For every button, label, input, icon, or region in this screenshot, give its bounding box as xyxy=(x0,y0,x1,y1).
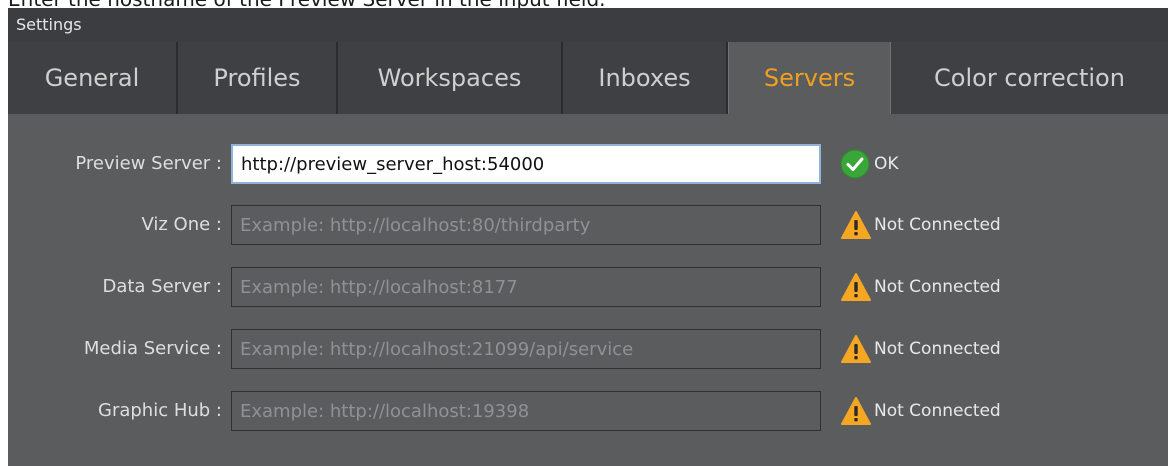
tab-general[interactable]: General xyxy=(8,42,178,114)
warning-icon xyxy=(840,271,874,303)
preview-server-status: OK xyxy=(840,144,899,184)
warning-icon xyxy=(840,395,874,427)
check-circle-icon xyxy=(840,148,874,180)
data-server-label: Data Server : xyxy=(102,276,222,297)
server-row-data-server: Data Server : Not Connected xyxy=(8,267,1168,307)
graphic-hub-label: Graphic Hub : xyxy=(98,400,222,421)
preview-server-input[interactable] xyxy=(231,144,821,184)
server-row-media-service: Media Service : Not Connected xyxy=(8,329,1168,369)
media-service-status: Not Connected xyxy=(840,329,1001,369)
data-server-status-text: Not Connected xyxy=(874,277,1001,297)
preview-server-status-text: OK xyxy=(874,154,899,174)
media-service-input[interactable] xyxy=(231,329,821,369)
warning-icon xyxy=(840,333,874,365)
graphic-hub-status: Not Connected xyxy=(840,391,1001,431)
graphic-hub-status-text: Not Connected xyxy=(874,401,1001,421)
tab-color-correction[interactable]: Color correction xyxy=(891,42,1168,114)
graphic-hub-input[interactable] xyxy=(231,391,821,431)
window-title: Settings xyxy=(8,8,1168,42)
media-service-status-text: Not Connected xyxy=(874,339,1001,359)
tab-servers[interactable]: Servers xyxy=(728,42,891,114)
data-server-input[interactable] xyxy=(231,267,821,307)
preview-server-label: Preview Server : xyxy=(75,153,222,174)
tab-workspaces[interactable]: Workspaces xyxy=(338,42,563,114)
viz-one-status-text: Not Connected xyxy=(874,215,1001,235)
server-row-viz-one: Viz One : Not Connected xyxy=(8,205,1168,245)
data-server-status: Not Connected xyxy=(840,267,1001,307)
tab-inboxes[interactable]: Inboxes xyxy=(563,42,728,114)
viz-one-label: Viz One : xyxy=(141,214,222,235)
warning-icon xyxy=(840,209,874,241)
viz-one-input[interactable] xyxy=(231,205,821,245)
settings-tabbar: General Profiles Workspaces Inboxes Serv… xyxy=(8,42,1168,114)
viz-one-status: Not Connected xyxy=(840,205,1001,245)
settings-window: Settings General Profiles Workspaces Inb… xyxy=(8,8,1168,466)
server-row-graphic-hub: Graphic Hub : Not Connected xyxy=(8,391,1168,431)
media-service-label: Media Service : xyxy=(83,338,222,359)
server-row-preview: Preview Server : OK xyxy=(8,144,1168,184)
tab-profiles[interactable]: Profiles xyxy=(178,42,338,114)
